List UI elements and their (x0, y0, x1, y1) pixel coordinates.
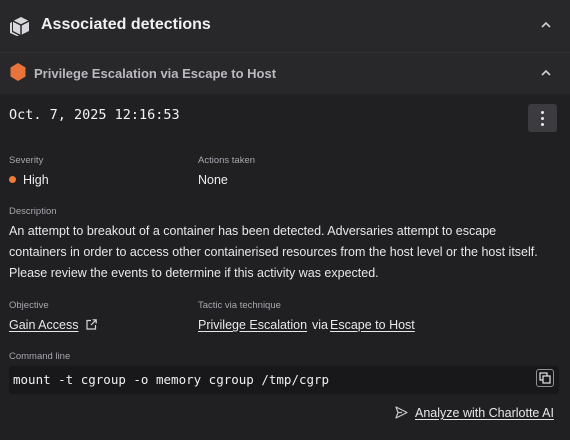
panel-title: Associated detections (41, 16, 211, 33)
command-line-box: mount -t cgroup -o memory cgroup /tmp/cg… (9, 366, 559, 394)
chevron-up-icon[interactable] (540, 67, 552, 79)
external-link-icon[interactable] (86, 319, 97, 330)
detection-header[interactable]: Privilege Escalation via Escape to Host (0, 52, 570, 94)
description-text: An attempt to breakout of a container ha… (9, 221, 561, 284)
command-line-text[interactable]: mount -t cgroup -o memory cgroup /tmp/cg… (13, 372, 329, 387)
analyze-charlotte-link[interactable]: Analyze with Charlotte AI (415, 406, 554, 420)
detection-title: Privilege Escalation via Escape to Host (34, 66, 277, 81)
description-line: Please review the events to determine if… (9, 266, 379, 280)
actions-taken-label: Actions taken (198, 155, 256, 166)
chevron-up-icon[interactable] (540, 19, 552, 31)
severity-dot-icon (9, 176, 16, 183)
severity-label: Severity (9, 155, 44, 166)
description-label: Description (9, 206, 57, 217)
tactic-link[interactable]: Privilege Escalation (198, 318, 307, 332)
actions-taken-value: None (198, 173, 228, 187)
copy-button[interactable] (536, 369, 554, 387)
kebab-dot-icon (541, 116, 544, 120)
send-icon (395, 406, 408, 419)
hexagon-icon (10, 63, 26, 81)
stacked-cubes-icon (10, 17, 30, 36)
description-line: containers in order to access other cont… (9, 245, 538, 259)
command-line-label: Command line (9, 351, 71, 362)
description-line: An attempt to breakout of a container ha… (9, 224, 497, 238)
severity-value: High (23, 173, 49, 187)
kebab-dot-icon (541, 122, 544, 126)
via-text: via (312, 318, 328, 332)
associated-detections-header[interactable]: Associated detections (0, 0, 570, 52)
tactic-label: Tactic via technique (198, 300, 281, 311)
kebab-dot-icon (541, 110, 544, 114)
detection-timestamp: Oct. 7, 2025 12:16:53 (9, 107, 180, 123)
copy-icon (539, 372, 551, 384)
technique-link[interactable]: Escape to Host (330, 318, 415, 332)
objective-link[interactable]: Gain Access (9, 318, 78, 332)
more-options-button[interactable] (528, 104, 557, 132)
objective-label: Objective (9, 300, 49, 311)
